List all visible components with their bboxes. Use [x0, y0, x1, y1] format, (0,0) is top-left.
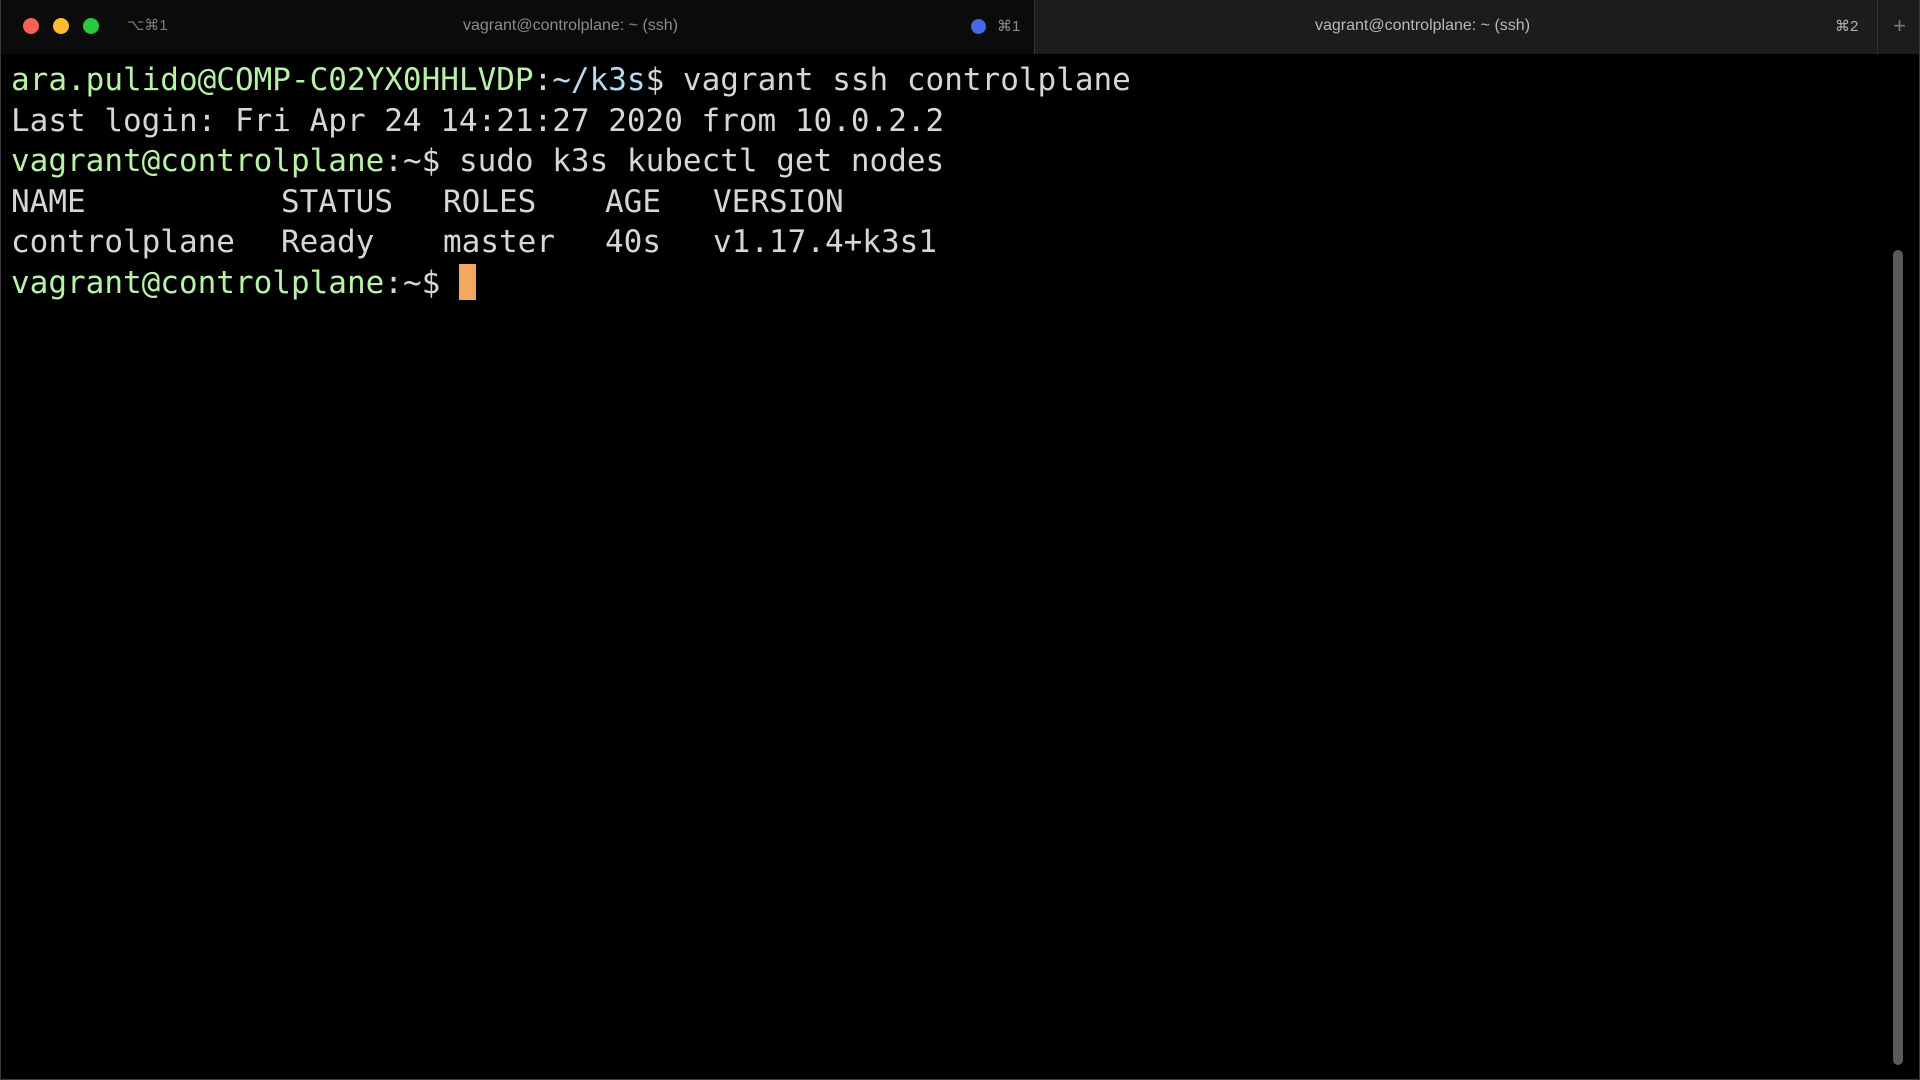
- prompt-dollar: $: [645, 62, 683, 98]
- node-name-cell: controlplane: [11, 224, 235, 260]
- node-age-cell: 40s: [605, 224, 661, 260]
- prompt-path: ~/k3s: [552, 62, 646, 98]
- node-status-cell: Ready: [281, 224, 375, 260]
- prompt-dollar: $: [421, 143, 459, 179]
- prompt-separator: :~: [384, 143, 422, 179]
- terminal-window: ⌥⌘1 vagrant@controlplane: ~ (ssh) ⌘1 vag…: [0, 0, 1920, 1080]
- node-version-cell: v1.17.4+k3s1: [713, 224, 937, 260]
- terminal-line-6: vagrant@controlplane:~$: [11, 263, 1891, 304]
- prompt-user-host: vagrant@controlplane: [11, 264, 385, 301]
- column-header-status: STATUS: [281, 183, 393, 220]
- vertical-scrollbar[interactable]: [1893, 250, 1903, 1065]
- terminal-output[interactable]: ara.pulido@COMP-C02YX0HHLVDP:~/k3s$ vagr…: [11, 60, 1891, 1060]
- close-window-button[interactable]: [23, 18, 39, 34]
- tab-1-title: vagrant@controlplane: ~ (ssh): [463, 17, 679, 34]
- activity-indicator-icon: [971, 19, 986, 34]
- prompt-user-host: vagrant@controlplane: [11, 143, 385, 179]
- tab-2-title: vagrant@controlplane: ~ (ssh): [1315, 17, 1531, 34]
- tab-1-shortcut: ⌘1: [997, 18, 1021, 35]
- prompt-user-host: ara.pulido@COMP-C02YX0HHLVDP: [11, 62, 534, 98]
- column-header-age: AGE: [605, 183, 661, 220]
- terminal-line-2: Last login: Fri Apr 24 14:21:27 2020 fro…: [11, 102, 945, 139]
- text-cursor: [458, 263, 476, 300]
- zoom-window-button[interactable]: [83, 18, 99, 34]
- tab-1[interactable]: ⌥⌘1 vagrant@controlplane: ~ (ssh) ⌘1: [1, 0, 1035, 54]
- table-header-row: NAME STATUS ROLES AGE VERSION: [11, 182, 1891, 223]
- terminal-line-3: vagrant@controlplane:~$ sudo k3s kubectl…: [11, 141, 1891, 182]
- minimize-window-button[interactable]: [53, 18, 69, 34]
- tab-2[interactable]: vagrant@controlplane: ~ (ssh) ⌘2: [1035, 0, 1877, 54]
- command-text: vagrant ssh controlplane: [682, 62, 1131, 98]
- column-header-name: NAME: [11, 183, 86, 220]
- prompt-dollar: $: [421, 264, 459, 301]
- command-text: sudo k3s kubectl get nodes: [458, 143, 945, 179]
- new-tab-button[interactable]: +: [1877, 0, 1919, 54]
- prompt-separator: :~: [384, 264, 422, 301]
- column-header-roles: ROLES: [443, 183, 537, 220]
- plus-icon: +: [1893, 13, 1906, 38]
- node-roles-cell: master: [443, 224, 555, 260]
- table-row: controlplane Ready master 40s v1.17.4+k3s1: [11, 222, 1891, 263]
- terminal-line-1: ara.pulido@COMP-C02YX0HHLVDP:~/k3s$ vagr…: [11, 60, 1891, 101]
- window-shortcut-label: ⌥⌘1: [127, 17, 168, 34]
- prompt-separator: :: [533, 62, 553, 98]
- column-header-version: VERSION: [713, 183, 844, 220]
- tab-2-shortcut: ⌘2: [1835, 18, 1859, 35]
- tab-bar: ⌥⌘1 vagrant@controlplane: ~ (ssh) ⌘1 vag…: [1, 0, 1919, 54]
